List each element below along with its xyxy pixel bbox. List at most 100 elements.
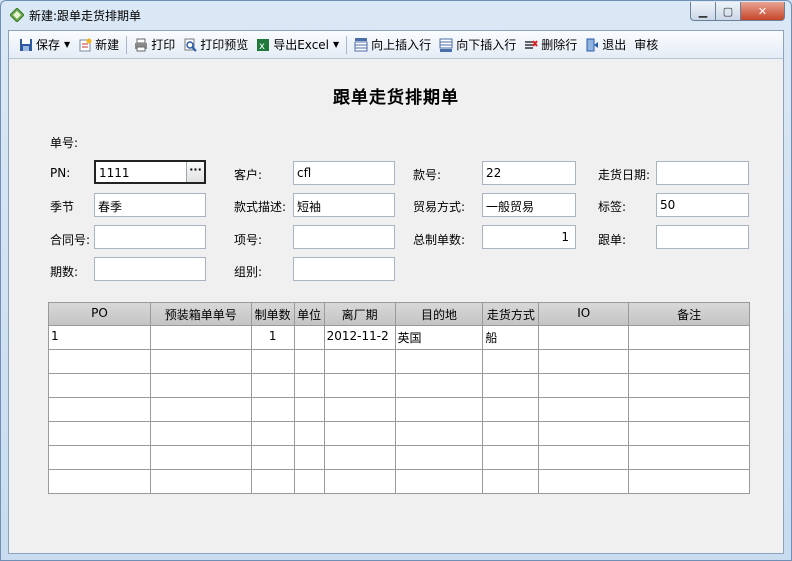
- grid-header-cell[interactable]: 制单数: [251, 303, 295, 326]
- customer-field[interactable]: cfl: [293, 161, 395, 185]
- grid-header-cell[interactable]: 走货方式: [483, 303, 540, 326]
- grid-cell[interactable]: [324, 446, 396, 470]
- grid-cell[interactable]: [251, 470, 295, 494]
- grid-cell[interactable]: [150, 326, 252, 350]
- grid-cell[interactable]: [324, 350, 396, 374]
- review-button[interactable]: 审核: [630, 34, 662, 56]
- table-row[interactable]: [49, 398, 751, 422]
- grid-cell[interactable]: [483, 374, 540, 398]
- grid-cell[interactable]: [150, 422, 252, 446]
- grid-cell[interactable]: [294, 446, 325, 470]
- insert-row-below-button[interactable]: 向下插入行: [435, 34, 520, 56]
- table-row[interactable]: [49, 446, 751, 470]
- table-row[interactable]: [49, 422, 751, 446]
- ellipsis-button[interactable]: ···: [186, 162, 204, 182]
- pn-field[interactable]: 1111 ···: [94, 160, 206, 184]
- grid-cell[interactable]: [150, 374, 252, 398]
- grid-cell[interactable]: [251, 374, 295, 398]
- grid-cell[interactable]: 2012-11-2: [324, 326, 396, 350]
- grid-cell[interactable]: [539, 446, 630, 470]
- grid-cell[interactable]: [251, 422, 295, 446]
- grid-header-cell[interactable]: 预装箱单单号: [150, 303, 252, 326]
- grid-cell[interactable]: [294, 374, 325, 398]
- group-field[interactable]: [293, 257, 395, 281]
- grid-header-cell[interactable]: PO: [49, 303, 151, 326]
- chevron-down-icon[interactable]: ▼: [333, 40, 339, 49]
- grid-cell[interactable]: [251, 446, 295, 470]
- grid-cell[interactable]: [483, 422, 540, 446]
- grid-cell[interactable]: [294, 422, 325, 446]
- maximize-button[interactable]: ▢: [716, 2, 741, 21]
- grid-cell[interactable]: [395, 398, 484, 422]
- grid-cell[interactable]: [150, 470, 252, 494]
- grid-cell[interactable]: 1: [49, 326, 151, 350]
- grid-cell[interactable]: [294, 326, 325, 350]
- ship-date-field[interactable]: [656, 161, 749, 185]
- title-bar[interactable]: 新建:跟单走货排期单 ▁ ▢ ✕: [1, 1, 791, 29]
- follower-field[interactable]: [656, 225, 749, 249]
- save-button[interactable]: 保存 ▼: [15, 34, 74, 56]
- chevron-down-icon[interactable]: ▼: [64, 40, 70, 49]
- table-row[interactable]: 1 1 2012-11-2 英国船: [49, 326, 751, 350]
- grid-cell[interactable]: [49, 422, 151, 446]
- exit-button[interactable]: 退出: [581, 34, 630, 56]
- grid-cell[interactable]: [539, 398, 630, 422]
- grid-cell[interactable]: [629, 374, 751, 398]
- style-desc-field[interactable]: 短袖: [293, 193, 395, 217]
- grid-cell[interactable]: [49, 446, 151, 470]
- grid-cell[interactable]: [395, 350, 484, 374]
- grid-cell[interactable]: [324, 398, 396, 422]
- table-row[interactable]: [49, 374, 751, 398]
- grid-cell[interactable]: [294, 470, 325, 494]
- grid-cell[interactable]: [49, 374, 151, 398]
- grid-cell[interactable]: [629, 350, 751, 374]
- grid-cell[interactable]: [539, 326, 630, 350]
- tag-field[interactable]: 50: [656, 193, 749, 217]
- grid-cell[interactable]: [539, 374, 630, 398]
- grid-cell[interactable]: [483, 350, 540, 374]
- print-button[interactable]: 打印: [130, 34, 179, 56]
- grid-header-cell[interactable]: IO: [539, 303, 630, 326]
- grid-cell[interactable]: [629, 398, 751, 422]
- grid-cell[interactable]: [629, 326, 751, 350]
- total-qty-field[interactable]: 1: [482, 225, 576, 249]
- grid-cell[interactable]: [251, 350, 295, 374]
- grid-cell[interactable]: [324, 374, 396, 398]
- insert-row-above-button[interactable]: 向上插入行: [350, 34, 435, 56]
- new-button[interactable]: 新建: [74, 34, 123, 56]
- grid-cell[interactable]: [49, 398, 151, 422]
- grid-cell[interactable]: [483, 398, 540, 422]
- delete-row-button[interactable]: 删除行: [520, 34, 581, 56]
- grid-cell[interactable]: [49, 470, 151, 494]
- grid-cell[interactable]: [483, 446, 540, 470]
- grid-cell[interactable]: [294, 398, 325, 422]
- item-no-field[interactable]: [293, 225, 395, 249]
- table-row[interactable]: [49, 350, 751, 374]
- table-row[interactable]: [49, 470, 751, 494]
- grid-cell[interactable]: [539, 350, 630, 374]
- grid-cell[interactable]: [150, 446, 252, 470]
- grid-cell[interactable]: [629, 422, 751, 446]
- grid-header-cell[interactable]: 单位: [294, 303, 325, 326]
- minimize-button[interactable]: ▁: [690, 2, 716, 21]
- grid-cell[interactable]: [150, 398, 252, 422]
- grid-cell[interactable]: [483, 470, 540, 494]
- grid-cell[interactable]: [539, 422, 630, 446]
- grid-header-cell[interactable]: 备注: [629, 303, 751, 326]
- grid-cell[interactable]: [324, 470, 396, 494]
- grid-cell[interactable]: 船: [483, 326, 540, 350]
- grid-cell[interactable]: 1: [251, 326, 295, 350]
- grid-cell[interactable]: [49, 350, 151, 374]
- grid-cell[interactable]: [294, 350, 325, 374]
- grid-cell[interactable]: [629, 470, 751, 494]
- grid-cell[interactable]: [395, 470, 484, 494]
- grid-cell[interactable]: [395, 446, 484, 470]
- grid-cell[interactable]: [324, 422, 396, 446]
- trade-mode-field[interactable]: 一般贸易: [482, 193, 576, 217]
- contract-field[interactable]: [94, 225, 206, 249]
- grid-cell[interactable]: [251, 398, 295, 422]
- grid-cell[interactable]: [395, 422, 484, 446]
- grid-cell[interactable]: [539, 470, 630, 494]
- export-excel-button[interactable]: x 导出Excel ▼: [252, 34, 343, 56]
- season-field[interactable]: 春季: [94, 193, 206, 217]
